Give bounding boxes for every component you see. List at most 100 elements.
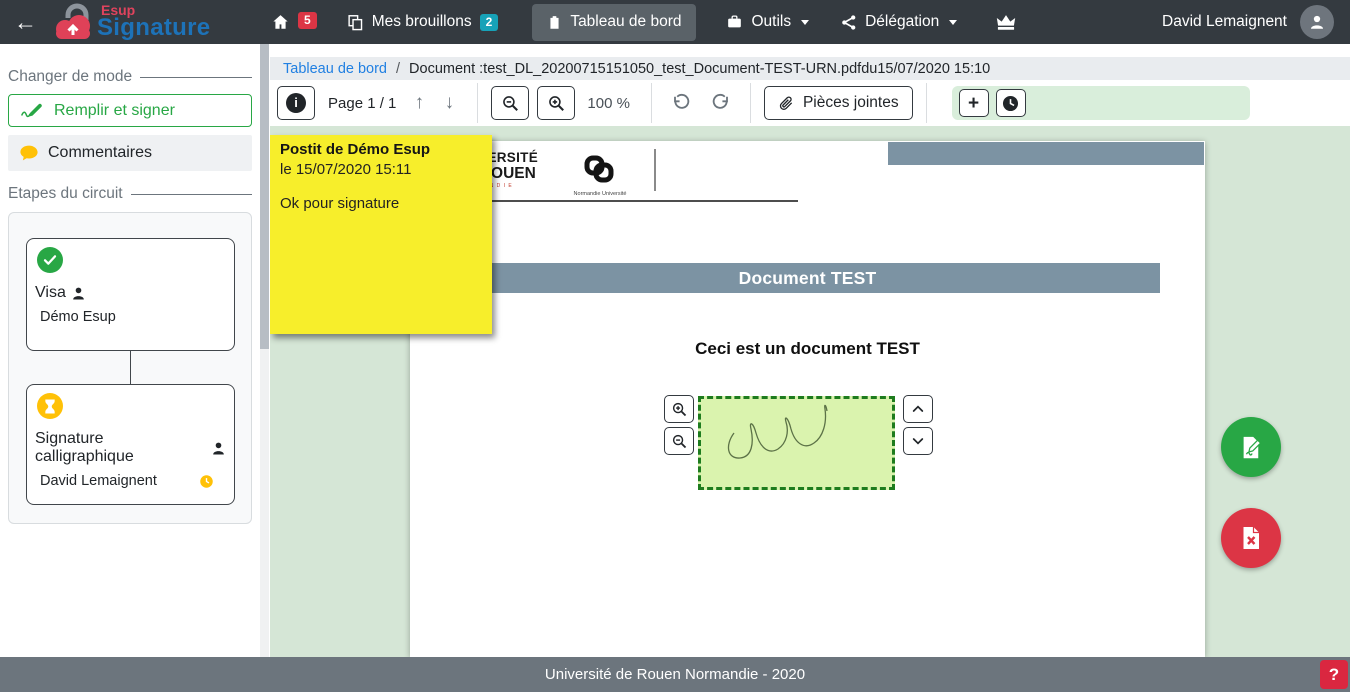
pending-clock-icon <box>199 474 214 489</box>
nav-drafts[interactable]: Mes brouillons 2 <box>347 13 499 31</box>
comments-button[interactable]: Commentaires <box>8 135 252 171</box>
esup-signature-app: ← Esup Signature 5 <box>0 0 1350 692</box>
document-title-band: Document TEST <box>455 263 1160 293</box>
home-badge: 5 <box>298 12 317 29</box>
zoom-in-icon <box>671 401 688 418</box>
crown-icon[interactable] <box>995 13 1017 31</box>
toolbar-divider <box>651 83 652 123</box>
zoom-out-icon <box>671 433 688 450</box>
workflow-steps-panel: Visa Démo Esup Signature calligra <box>8 212 252 524</box>
brand-logo[interactable]: Esup Signature <box>51 1 247 43</box>
step-pending-status <box>37 393 63 419</box>
drafts-badge: 2 <box>480 14 499 31</box>
attachments-label: Pièces jointes <box>803 94 899 112</box>
info-icon: i <box>286 93 306 113</box>
left-sidebar: Changer de mode Remplir et signer Commen… <box>0 44 260 657</box>
refuse-document-button[interactable] <box>1221 508 1281 568</box>
postit-message: Ok pour signature <box>280 195 482 212</box>
zoom-level: 100 % <box>587 95 630 112</box>
workflow-step-visa: Visa Démo Esup <box>26 238 235 351</box>
step-done-status <box>37 247 63 273</box>
comments-label: Commentaires <box>48 144 152 162</box>
signature-move-down-button[interactable] <box>903 427 933 455</box>
normandie-universite-logo-icon <box>583 154 615 188</box>
clock-icon <box>1001 94 1020 113</box>
nav-dashboard-label: Tableau de bord <box>570 13 681 31</box>
undo-icon <box>671 93 691 113</box>
signature-pen-icon <box>20 102 45 119</box>
page-header-band <box>888 142 1204 165</box>
chevron-up-icon <box>910 401 926 417</box>
file-signature-icon <box>1238 434 1265 461</box>
check-icon <box>42 252 58 268</box>
user-menu[interactable]: David Lemaignent <box>1162 13 1287 31</box>
toolbar-divider <box>926 83 927 123</box>
fill-and-sign-label: Remplir et signer <box>54 102 175 120</box>
scrollbar-thumb[interactable] <box>260 44 269 349</box>
normandie-universite-caption: Normandie Université <box>558 191 642 197</box>
step-title: Signature calligraphique <box>35 430 206 466</box>
signature-zoom-in-button[interactable] <box>664 395 694 423</box>
home-icon <box>271 13 290 31</box>
back-arrow-icon[interactable]: ← <box>14 11 37 34</box>
zoom-in-button[interactable] <box>537 86 575 120</box>
heading-rule <box>140 77 252 78</box>
brand-signature-text: Signature <box>97 14 210 42</box>
rotate-right-button[interactable] <box>705 92 737 114</box>
attachments-button[interactable]: Pièces jointes <box>764 86 913 120</box>
history-button[interactable] <box>996 89 1026 117</box>
signature-move-up-button[interactable] <box>903 395 933 423</box>
footer-copyright: Université de Rouen Normandie - 2020 <box>545 666 805 683</box>
page-footer: Université de Rouen Normandie - 2020 <box>0 657 1350 692</box>
signature-zoom-out-button[interactable] <box>664 427 694 455</box>
chevron-down-icon <box>949 20 957 25</box>
toolbox-icon <box>726 14 743 30</box>
step-user: David Lemaignent <box>40 473 157 489</box>
nav-dashboard[interactable]: Tableau de bord <box>532 4 696 41</box>
clipboard-icon <box>547 14 562 31</box>
document-body-text: Ceci est un document TEST <box>410 339 1205 359</box>
nav-tools[interactable]: Outils <box>726 13 809 31</box>
help-button[interactable]: ? <box>1320 660 1348 689</box>
sign-document-button[interactable] <box>1221 417 1281 477</box>
next-page-button[interactable]: ↓ <box>434 91 464 115</box>
plus-icon: + <box>968 94 979 113</box>
step-user: Démo Esup <box>40 309 116 325</box>
step-title: Visa <box>35 284 66 302</box>
avatar[interactable] <box>1300 5 1334 39</box>
nav-delegation[interactable]: Délégation <box>841 13 957 31</box>
top-navbar: ← Esup Signature 5 <box>0 0 1350 44</box>
fill-and-sign-button[interactable]: Remplir et signer <box>8 94 252 127</box>
signature-placement-area[interactable] <box>698 396 895 490</box>
steps-section-heading: Etapes du circuit <box>8 185 252 203</box>
add-button[interactable]: + <box>959 89 989 117</box>
previous-page-button[interactable]: ↑ <box>404 91 434 115</box>
mode-heading-label: Changer de mode <box>8 68 132 86</box>
nav-delegation-label: Délégation <box>865 13 939 31</box>
sidebar-scrollbar <box>260 44 269 657</box>
breadcrumb-current: Document :test_DL_20200715151050_test_Do… <box>409 61 990 77</box>
workflow-step-signature: Signature calligraphique David Lemaignen… <box>26 384 235 505</box>
comment-bubble-icon <box>19 144 39 162</box>
file-x-icon <box>1239 525 1263 551</box>
copy-icon <box>347 14 364 31</box>
chevron-down-icon <box>801 20 809 25</box>
pdf-page: UNIVERSITÉ DE ROUEN NORMANDIE Normandie … <box>410 141 1205 657</box>
page-indicator: Page 1 / 1 <box>328 95 396 112</box>
zoom-out-button[interactable] <box>491 86 529 120</box>
hourglass-icon <box>43 398 57 415</box>
breadcrumb: Tableau de bord / Document :test_DL_2020… <box>270 57 1350 80</box>
chevron-down-icon <box>910 433 926 449</box>
postit-title: Postit de Démo Esup <box>280 141 482 158</box>
info-button[interactable]: i <box>277 86 315 120</box>
zoom-in-icon <box>547 94 566 113</box>
pdf-canvas: UNIVERSITÉ DE ROUEN NORMANDIE Normandie … <box>270 126 1350 657</box>
rotate-left-button[interactable] <box>665 92 697 114</box>
breadcrumb-dashboard-link[interactable]: Tableau de bord <box>283 61 387 77</box>
zoom-out-icon <box>501 94 520 113</box>
signature-zoom-controls <box>664 395 694 455</box>
toolbar-divider <box>477 83 478 123</box>
nav-home[interactable]: 5 <box>271 13 317 31</box>
logo-separator <box>654 149 656 191</box>
signature-stroke <box>701 399 892 487</box>
